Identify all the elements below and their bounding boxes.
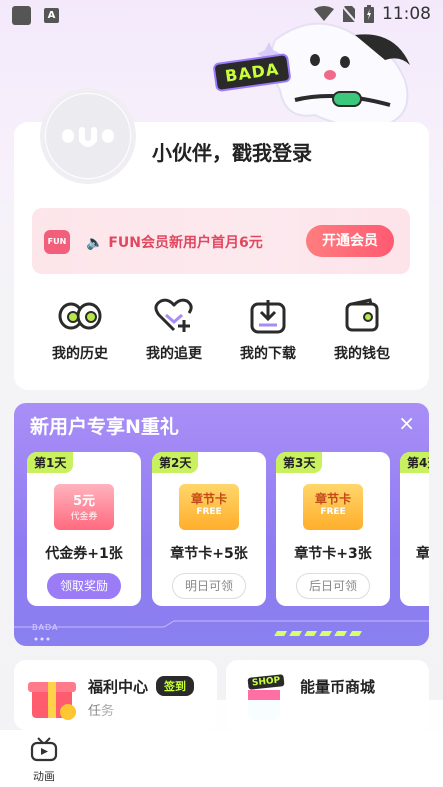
quick-label: 我的下载: [240, 346, 296, 362]
vip-promo-label: FUN会员新用户首月6元: [108, 235, 263, 251]
app-notification-icon: [12, 6, 31, 25]
voucher-sub: 代金券: [70, 512, 98, 522]
open-vip-button[interactable]: 开通会员: [306, 225, 394, 257]
chapter-card-icon: 章节卡 FREE: [303, 484, 363, 530]
day-badge: 第3天: [276, 452, 323, 473]
new-user-title: 新用户专享N重礼: [30, 416, 179, 438]
day-after-button[interactable]: 后日可领: [296, 573, 370, 599]
new-user-footer: BADA: [14, 619, 429, 646]
avatar[interactable]: [40, 88, 136, 184]
vip-banner[interactable]: FUN 🔈 FUN会员新用户首月6元 开通会员: [32, 208, 410, 274]
quick-label: 我的钱包: [334, 346, 390, 362]
wallet-icon: [340, 296, 384, 336]
quick-actions: 我的历史 我的追更 我的下载 我的钱包: [14, 296, 429, 376]
new-user-rewards-card: 新用户专享N重礼 × 第1天 5元 代金券 代金券+1张 领取奖励 第2天 章节…: [14, 403, 429, 646]
download-icon: [246, 296, 290, 336]
day-badge: 第1天: [27, 452, 74, 473]
tab-animation[interactable]: 动画: [24, 736, 64, 784]
reward-card-day4[interactable]: 第4天 章: [400, 452, 429, 606]
reward-label: 章节卡+5张: [170, 546, 248, 562]
quick-label: 我的追更: [146, 346, 202, 362]
voucher-amount: 5元: [72, 494, 96, 509]
chapter-card-title: 章节卡: [314, 492, 351, 506]
chapter-card-sub: FREE: [196, 507, 222, 517]
a-notification-icon: A: [44, 8, 59, 23]
tv-icon: [30, 737, 58, 762]
reward-label: 代金券+1张: [45, 546, 123, 562]
reward-card-day1[interactable]: 第1天 5元 代金券 代金券+1张 领取奖励: [27, 452, 141, 606]
reward-card-day2[interactable]: 第2天 章节卡 FREE 章节卡+5张 明日可领: [152, 452, 266, 606]
default-avatar-face-icon: [46, 94, 130, 178]
reward-label: 章节卡+3张: [294, 546, 372, 562]
fun-logo-icon: FUN: [44, 230, 70, 254]
tab-label: 动画: [33, 770, 55, 783]
welfare-title: 福利中心: [88, 678, 149, 696]
gift-box-icon: [28, 682, 76, 720]
login-prompt[interactable]: 小伙伴，戳我登录: [152, 137, 312, 166]
day-badge: 第4天: [400, 452, 429, 473]
close-icon[interactable]: ×: [398, 411, 415, 435]
quick-item-following[interactable]: 我的追更: [127, 296, 221, 376]
voucher-icon: 5元 代金券: [54, 484, 114, 530]
shop-title: 能量币商城: [300, 678, 376, 696]
chapter-card-icon: 章节卡 FREE: [179, 484, 239, 530]
vip-promo-text: 🔈 FUN会员新用户首月6元: [86, 232, 263, 252]
eyes-icon: [58, 296, 102, 336]
quick-item-wallet[interactable]: 我的钱包: [315, 296, 409, 376]
footer-bada-text: BADA: [32, 623, 59, 632]
claim-reward-button[interactable]: 领取奖励: [47, 573, 121, 599]
chapter-card-title: 章节卡: [190, 492, 227, 506]
day-badge: 第2天: [152, 452, 199, 473]
chapter-card-sub: FREE: [320, 507, 346, 517]
reward-label: 章: [416, 546, 429, 562]
bottom-tab-bar: 动画: [0, 730, 443, 787]
heart-plus-icon: [152, 296, 196, 336]
speaker-icon: 🔈: [86, 235, 104, 251]
quick-item-download[interactable]: 我的下载: [221, 296, 315, 376]
reward-card-day3[interactable]: 第3天 章节卡 FREE 章节卡+3张 后日可领: [276, 452, 390, 606]
quick-label: 我的历史: [52, 346, 108, 362]
quick-item-history[interactable]: 我的历史: [33, 296, 127, 376]
tomorrow-button[interactable]: 明日可领: [172, 573, 246, 599]
signin-badge: 签到: [156, 676, 194, 696]
